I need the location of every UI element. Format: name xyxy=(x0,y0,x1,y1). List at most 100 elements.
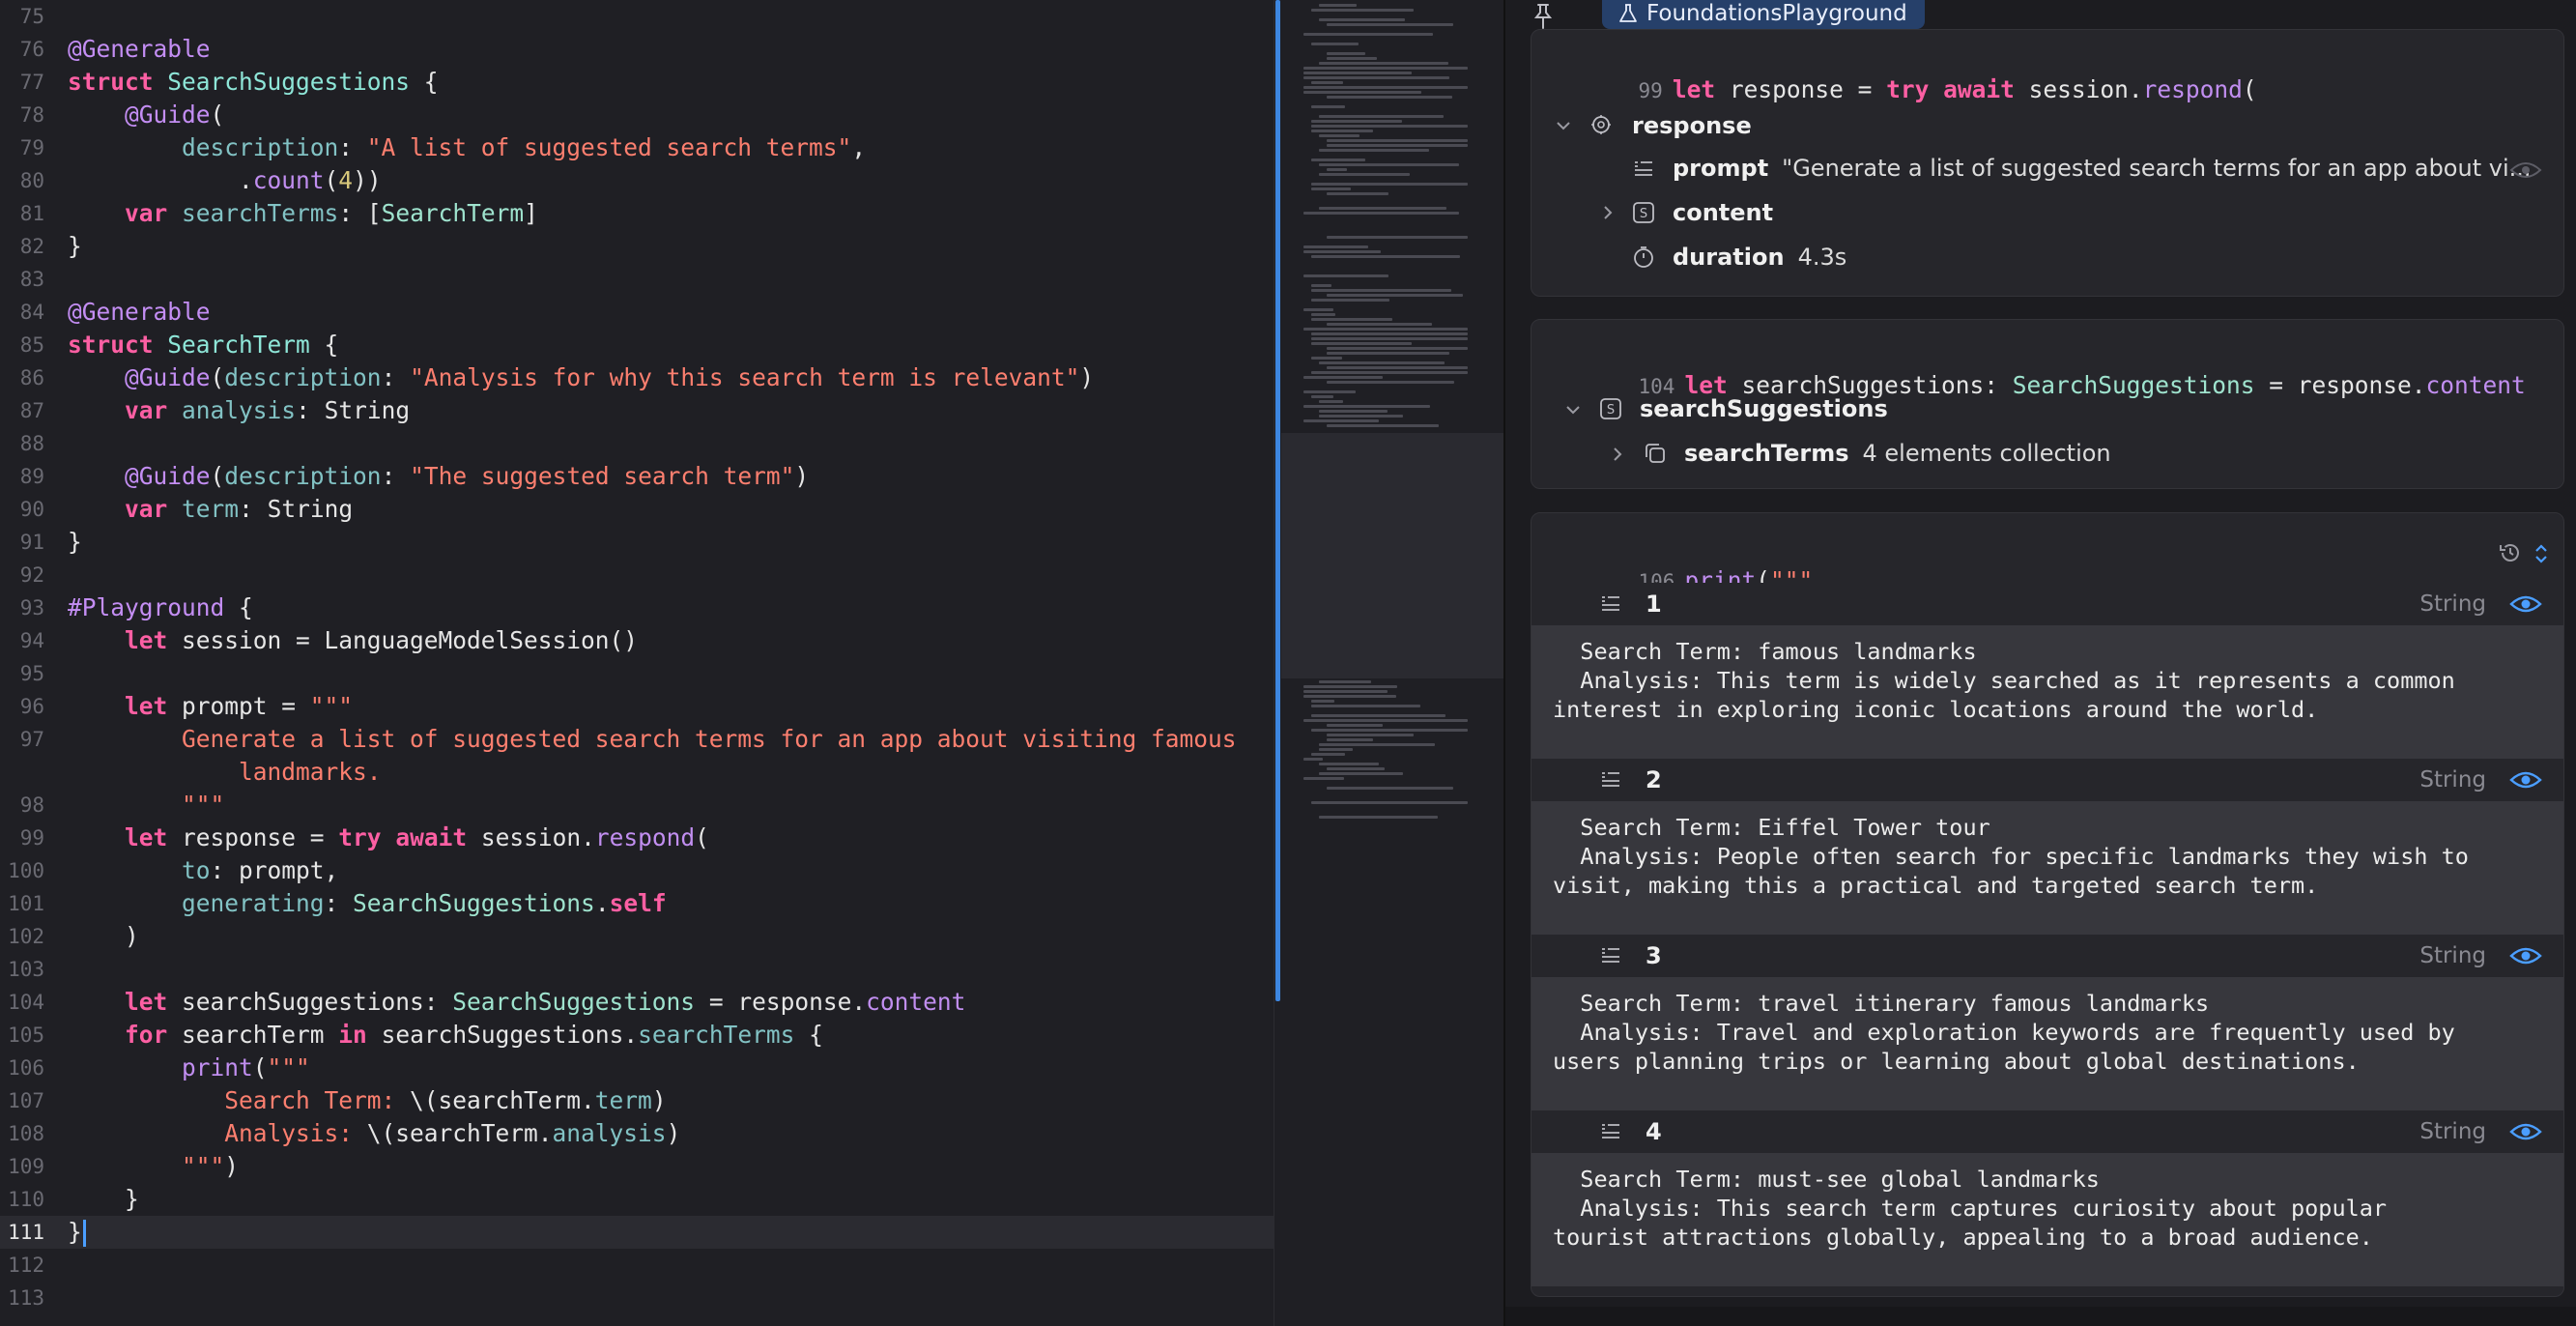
code-line[interactable]: 100 to: prompt, xyxy=(0,854,1274,887)
code-line[interactable]: 101 generating: SearchSuggestions.self xyxy=(0,887,1274,920)
code-line[interactable]: 79 description: "A list of suggested sea… xyxy=(0,131,1274,164)
code-line[interactable]: 78 @Guide( xyxy=(0,99,1274,131)
collection-icon xyxy=(1646,444,1665,463)
code-line[interactable]: 87 var analysis: String xyxy=(0,394,1274,427)
eye-icon[interactable] xyxy=(2509,593,2542,615)
code-line[interactable]: 93 #Playground { xyxy=(0,591,1274,624)
eye-icon[interactable] xyxy=(2509,159,2542,181)
code-line[interactable]: 89 @Guide(description: "The suggested se… xyxy=(0,460,1274,493)
eye-icon[interactable] xyxy=(2509,1121,2542,1142)
output-header[interactable]: 4 String xyxy=(1531,1110,2563,1153)
code-line[interactable]: 81 var searchTerms: [SearchTerm] xyxy=(0,197,1274,230)
line-number: 81 xyxy=(19,202,44,225)
code-line[interactable]: 86 @Guide(description: "Analysis for why… xyxy=(0,361,1274,394)
line-number: 96 xyxy=(19,695,44,718)
code-line[interactable]: 98 """ xyxy=(0,789,1274,822)
code-line[interactable]: 76 @Generable xyxy=(0,33,1274,66)
code-line[interactable]: 103 xyxy=(0,953,1274,986)
line-number: 107 xyxy=(8,1089,44,1112)
code-line[interactable]: 108 Analysis: \(searchTerm.analysis) xyxy=(0,1117,1274,1150)
code-line[interactable]: 105 for searchTerm in searchSuggestions.… xyxy=(0,1019,1274,1052)
chevron-right-icon[interactable] xyxy=(1609,446,1626,463)
line-number: 113 xyxy=(8,1286,44,1310)
code-line[interactable]: 77 struct SearchSuggestions { xyxy=(0,66,1274,99)
tree-label: searchTerms xyxy=(1684,440,1849,467)
code-token: 4 xyxy=(338,166,354,194)
minimap-line xyxy=(1303,328,1468,331)
editor-scrollbar[interactable] xyxy=(1275,0,1280,1001)
tree-row-search-suggestions[interactable]: searchSuggestions xyxy=(1640,390,1888,427)
code-line[interactable]: 109 """) xyxy=(0,1150,1274,1183)
code-token: @Guide xyxy=(125,462,211,490)
code-line[interactable]: 104 let searchSuggestions: SearchSuggest… xyxy=(0,986,1274,1019)
code-line[interactable]: 84 @Generable xyxy=(0,296,1274,329)
code-text: } xyxy=(68,1183,139,1216)
code-line[interactable]: 90 var term: String xyxy=(0,493,1274,526)
minimap-line xyxy=(1327,96,1452,99)
prompt-value: "Generate a list of suggested search ter… xyxy=(1782,155,2532,182)
line-number: 112 xyxy=(8,1254,44,1277)
code-line[interactable]: 94 let session = LanguageModelSession() xyxy=(0,624,1274,657)
code-token: description xyxy=(182,133,339,161)
minimap-line xyxy=(1311,801,1468,804)
tree-label: content xyxy=(1673,199,1774,226)
code-line[interactable]: 75 xyxy=(0,0,1274,33)
code-line[interactable]: 112 xyxy=(0,1249,1274,1282)
code-line[interactable]: 113 xyxy=(0,1282,1274,1314)
minimap-line xyxy=(1311,125,1468,128)
tree-label: prompt xyxy=(1673,155,1769,182)
code-token: print xyxy=(182,1053,253,1081)
tree-row-prompt[interactable]: prompt "Generate a list of suggested sear… xyxy=(1673,150,2532,187)
card-line-number: 99 xyxy=(1638,79,1663,102)
output-header[interactable]: 2 String xyxy=(1531,759,2563,801)
tree-row-search-terms[interactable]: searchTerms 4 elements collection xyxy=(1684,435,2111,472)
tree-row-content[interactable]: content xyxy=(1673,194,1773,231)
code-line[interactable]: 85 struct SearchTerm { xyxy=(0,329,1274,361)
chevron-down-icon[interactable] xyxy=(1555,117,1572,134)
code-line[interactable]: 106 print(""" xyxy=(0,1052,1274,1084)
code-line[interactable]: 95 xyxy=(0,657,1274,690)
code-token: @Guide xyxy=(125,363,211,391)
tree-row-response[interactable]: response xyxy=(1632,107,1752,144)
code-token: ( xyxy=(210,101,225,129)
code-line[interactable]: landmarks. xyxy=(0,756,1274,789)
code-token: analysis xyxy=(552,1119,667,1147)
code-line[interactable]: 83 xyxy=(0,263,1274,296)
code-line[interactable]: 96 let prompt = """ xyxy=(0,690,1274,723)
code-line[interactable]: 110 } xyxy=(0,1183,1274,1216)
chevron-down-icon[interactable] xyxy=(1564,401,1582,418)
chevron-up-down-icon[interactable] xyxy=(2533,542,2550,565)
minimap-line xyxy=(1327,23,1453,26)
result-card-search-suggestions: 104 let searchSuggestions: SearchSuggesti… xyxy=(1531,319,2564,489)
code-line[interactable]: 92 xyxy=(0,559,1274,591)
tab-foundations-playground[interactable]: FoundationsPlayground xyxy=(1602,0,1925,29)
output-header[interactable]: 3 String xyxy=(1531,935,2563,977)
history-icon[interactable] xyxy=(2498,540,2523,565)
code-line[interactable]: 88 xyxy=(0,427,1274,460)
eye-icon[interactable] xyxy=(2509,945,2542,966)
code-token: @Generable xyxy=(68,35,211,63)
code-line[interactable]: 107 Search Term: \(searchTerm.term) xyxy=(0,1084,1274,1117)
minimap-line xyxy=(1311,289,1451,292)
code-line[interactable]: 102 ) xyxy=(0,920,1274,953)
line-number: 105 xyxy=(8,1023,44,1047)
code-token: : String xyxy=(296,396,411,424)
code-editor[interactable]: 75 76 @Generable 77 struct SearchSuggestions… xyxy=(0,0,1274,1326)
code-token: in xyxy=(338,1021,367,1049)
tree-row-duration[interactable]: duration 4.3s xyxy=(1673,239,1846,275)
eye-icon[interactable] xyxy=(2509,769,2542,791)
chevron-right-icon[interactable] xyxy=(1599,204,1617,221)
code-line[interactable]: 91} xyxy=(0,526,1274,559)
code-line[interactable]: 80 .count(4)) xyxy=(0,164,1274,197)
code-line[interactable]: 82} xyxy=(0,230,1274,263)
minimap-line xyxy=(1311,130,1373,132)
code-token: """ xyxy=(309,692,354,720)
code-token: let xyxy=(1672,75,1716,103)
code-line[interactable]: 99 let response = try await session.resp… xyxy=(0,822,1274,854)
code-line[interactable]: 111} xyxy=(0,1216,1274,1249)
code-line[interactable]: 97 Generate a list of suggested search t… xyxy=(0,723,1274,756)
output-header[interactable]: 1 String xyxy=(1531,583,2563,625)
pin-icon[interactable] xyxy=(1529,2,1558,31)
minimap-viewport[interactable] xyxy=(1281,433,1503,678)
